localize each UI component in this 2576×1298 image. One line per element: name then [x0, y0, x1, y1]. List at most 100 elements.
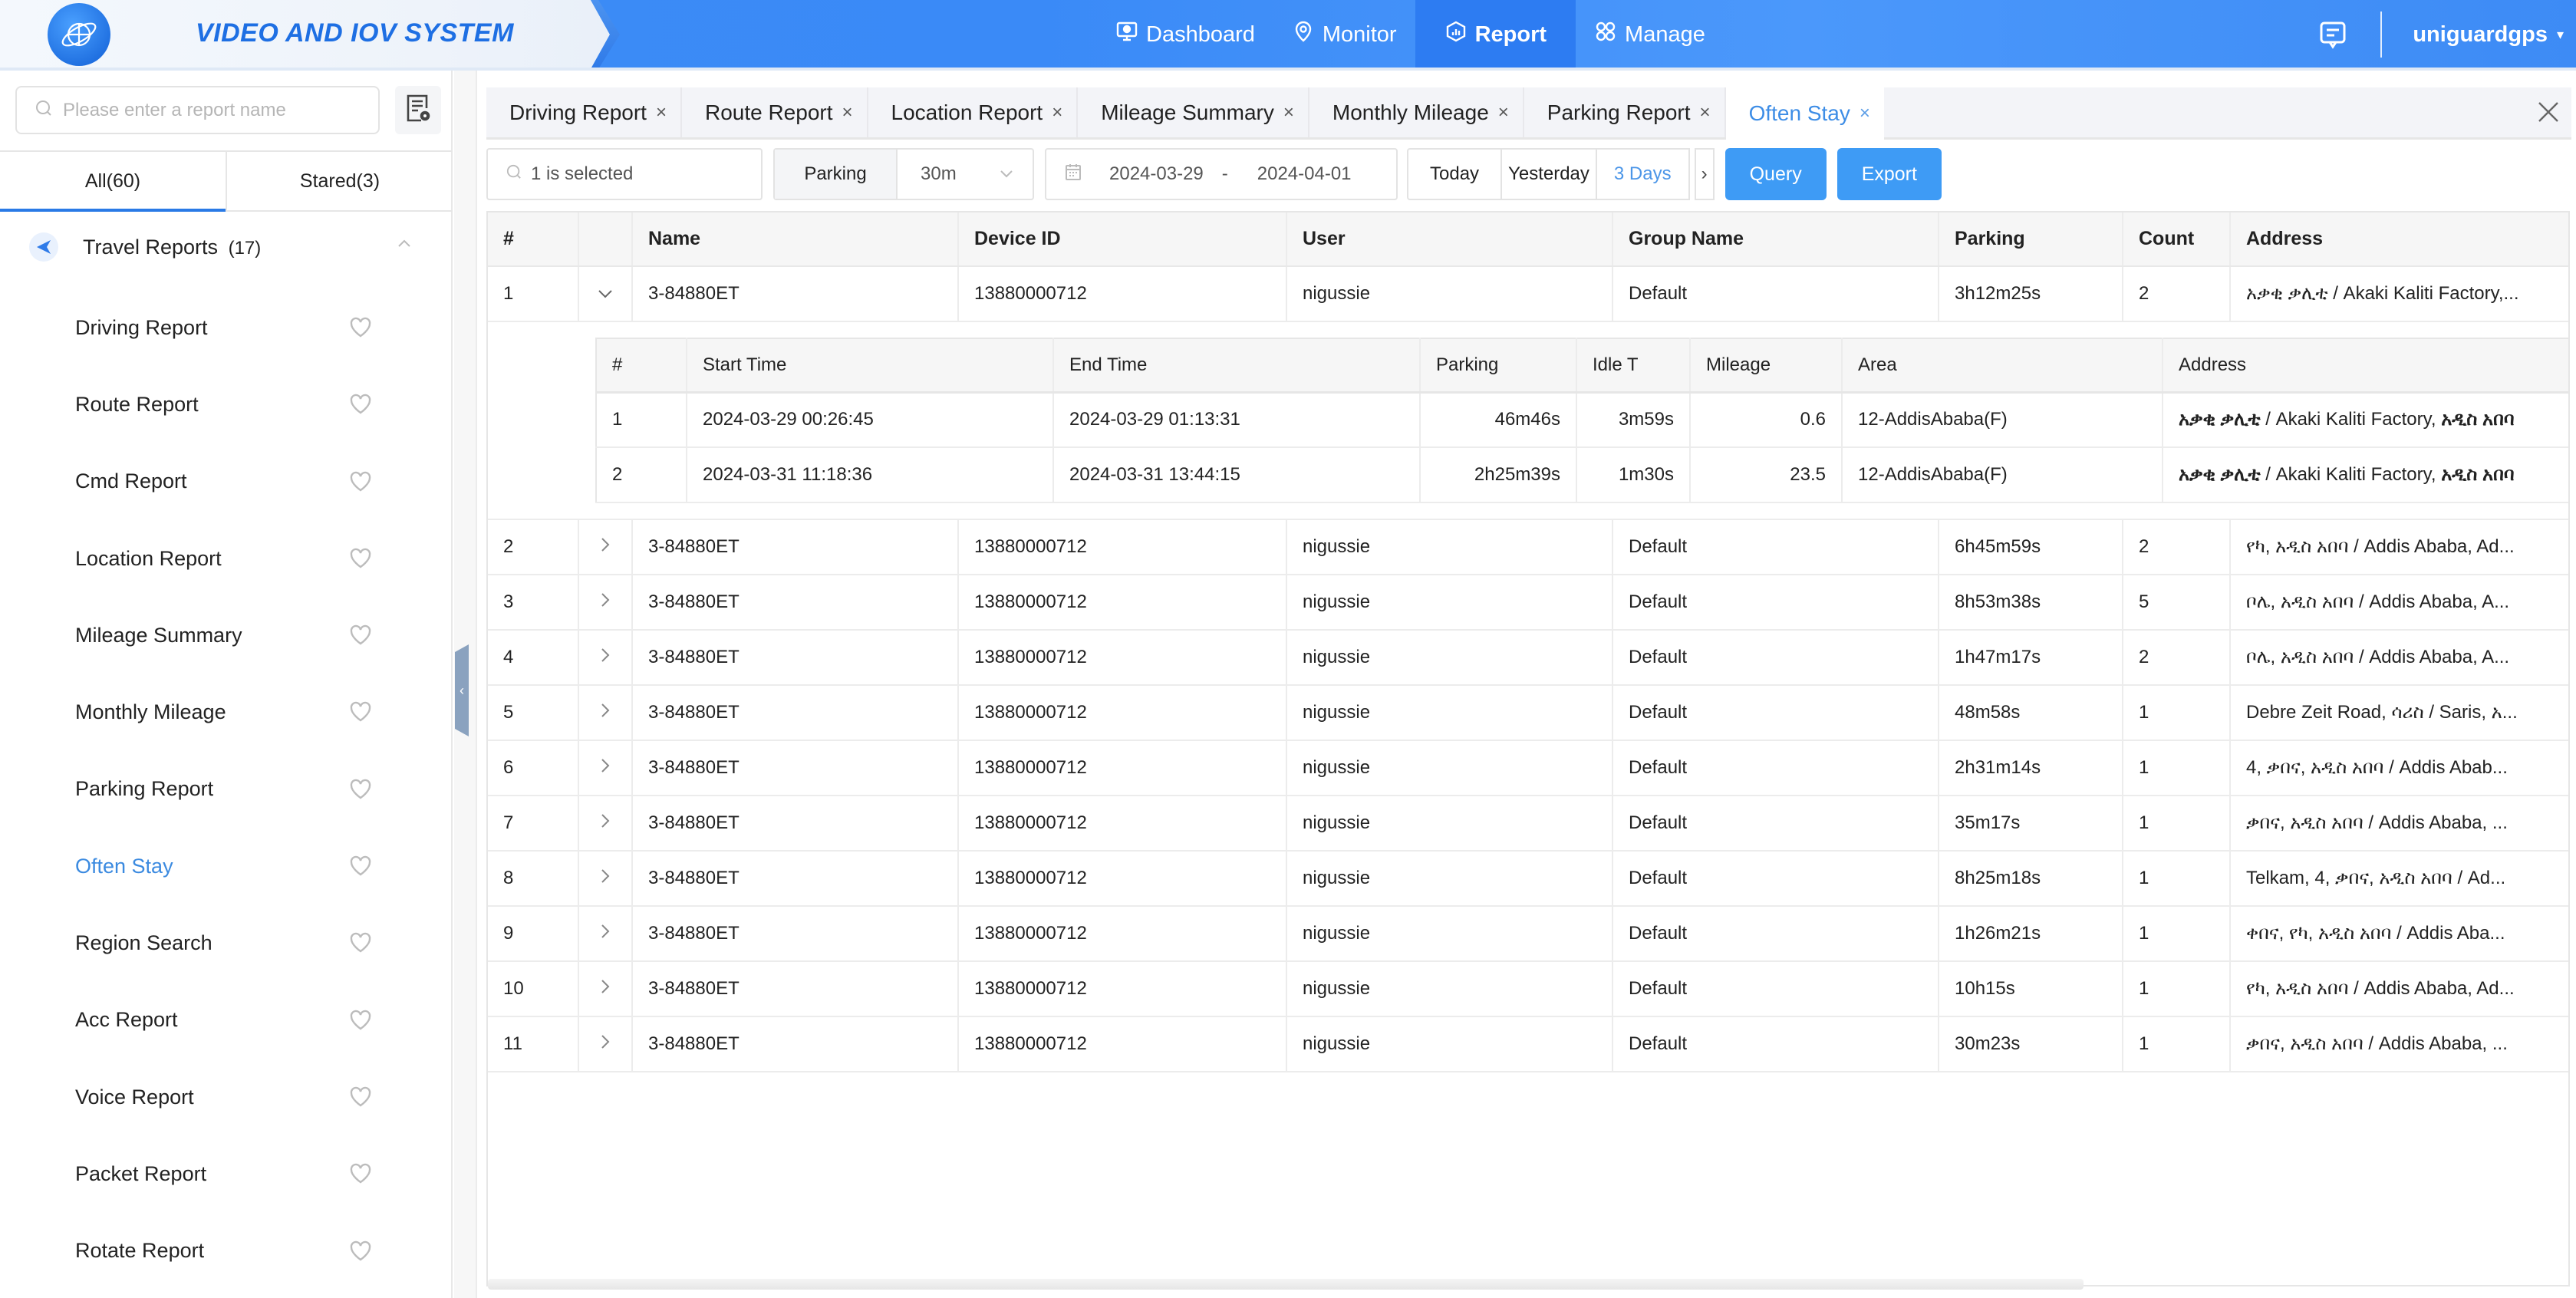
col-address[interactable]: Address [2230, 212, 2568, 267]
tab-route-report[interactable]: Route Report × [682, 87, 868, 137]
expand-toggle[interactable] [578, 519, 633, 575]
duration-select[interactable]: 30m [898, 163, 1033, 185]
heart-icon[interactable] [349, 1163, 372, 1184]
col-parking[interactable]: Parking [1939, 212, 2123, 267]
detail-col-idle: Idle T [1576, 338, 1691, 394]
table-row[interactable]: 5 3-84880ET 13880000712 nigussie Default… [488, 685, 2568, 741]
message-icon[interactable] [2317, 19, 2348, 50]
table-row[interactable]: 4 3-84880ET 13880000712 nigussie Default… [488, 630, 2568, 686]
sidebar-item-monthly-mileage[interactable]: Monthly Mileage [0, 674, 441, 750]
quick-3days-button[interactable]: 3 Days [1595, 148, 1690, 200]
report-view-button[interactable] [395, 86, 441, 134]
nav-dashboard[interactable]: Dashboard [1097, 0, 1273, 69]
heart-icon[interactable] [349, 1240, 372, 1262]
table-row[interactable]: 11 3-84880ET 13880000712 nigussie Defaul… [488, 1016, 2568, 1072]
table-row[interactable]: 2 3-84880ET 13880000712 nigussie Default… [488, 519, 2568, 575]
close-icon[interactable]: × [1498, 102, 1509, 124]
date-end[interactable]: 2024-04-01 [1257, 163, 1352, 185]
tab-mileage-summary[interactable]: Mileage Summary × [1078, 87, 1309, 137]
sidebar-tab-stared[interactable]: Stared(3) [226, 152, 453, 210]
tab-monthly-mileage[interactable]: Monthly Mileage × [1309, 87, 1524, 137]
sidebar-item-cmd-report[interactable]: Cmd Report [0, 443, 441, 520]
tab-location-report[interactable]: Location Report × [868, 87, 1079, 137]
tab-driving-report[interactable]: Driving Report × [486, 87, 682, 137]
close-icon[interactable]: × [842, 102, 853, 124]
quick-today-button[interactable]: Today [1407, 148, 1503, 200]
tab-parking-report[interactable]: Parking Report × [1524, 87, 1726, 137]
horizontal-scrollbar[interactable] [488, 1279, 2084, 1290]
sidebar-item-voice-report[interactable]: Voice Report [0, 1059, 441, 1135]
heart-icon[interactable] [349, 855, 372, 877]
chevron-up-icon[interactable] [395, 235, 413, 253]
table-row[interactable]: 3 3-84880ET 13880000712 nigussie Default… [488, 575, 2568, 631]
heart-icon[interactable] [349, 779, 372, 800]
expand-toggle[interactable] [578, 851, 633, 907]
device-select[interactable]: 1 is selected [486, 148, 763, 200]
expand-toggle[interactable] [578, 1016, 633, 1072]
close-icon[interactable]: × [1700, 102, 1711, 124]
col-user[interactable]: User [1286, 212, 1613, 267]
tab-often-stay[interactable]: Often Stay × [1725, 87, 1884, 140]
col-count[interactable]: Count [2123, 212, 2231, 267]
col-group-name[interactable]: Group Name [1612, 212, 1939, 267]
nav-manage[interactable]: Manage [1576, 0, 1724, 69]
group-travel-reports[interactable]: Travel Reports (17) [0, 224, 453, 270]
user-menu[interactable]: uniguardgps [2413, 22, 2548, 48]
expand-toggle[interactable] [578, 906, 633, 962]
heart-icon[interactable] [349, 1086, 372, 1108]
expand-toggle[interactable] [578, 685, 633, 741]
sidebar-item-driving-report[interactable]: Driving Report [0, 289, 441, 366]
close-all-tabs-button[interactable] [2533, 98, 2564, 129]
report-search-box[interactable] [15, 86, 380, 134]
quick-yesterday-button[interactable]: Yesterday [1500, 148, 1597, 200]
sidebar-item-route-report[interactable]: Route Report [0, 366, 441, 443]
nav-report[interactable]: Report [1415, 0, 1576, 69]
heart-icon[interactable] [349, 624, 372, 646]
col-name[interactable]: Name [632, 212, 959, 267]
query-button[interactable]: Query [1724, 148, 1827, 200]
report-search-input[interactable] [63, 99, 370, 121]
sidebar-item-often-stay[interactable]: Often Stay [0, 828, 441, 904]
expand-toggle[interactable] [578, 796, 633, 852]
table-row[interactable]: 10 3-84880ET 13880000712 nigussie Defaul… [488, 961, 2568, 1017]
sidebar-item-rotate-report[interactable]: Rotate Report [0, 1213, 441, 1290]
detail-row[interactable]: 1 2024-03-29 00:26:45 2024-03-29 01:13:31 4… [596, 392, 2568, 448]
close-icon[interactable]: × [1283, 102, 1294, 124]
expand-toggle[interactable] [578, 630, 633, 686]
heart-icon[interactable] [349, 548, 372, 569]
heart-icon[interactable] [349, 701, 372, 723]
table-row[interactable]: 8 3-84880ET 13880000712 nigussie Default… [488, 851, 2568, 907]
table-row[interactable]: 1 3-84880ET 13880000712 nigussie Default… [488, 266, 2568, 322]
close-icon[interactable]: × [1860, 103, 1870, 124]
date-range-picker[interactable]: 2024-03-29 - 2024-04-01 [1045, 148, 1398, 200]
sidebar-item-packet-report[interactable]: Packet Report [0, 1135, 441, 1212]
sidebar-item-mileage-summary[interactable]: Mileage Summary [0, 597, 441, 674]
table-row[interactable]: 7 3-84880ET 13880000712 nigussie Default… [488, 796, 2568, 852]
nav-monitor[interactable]: Monitor [1273, 0, 1415, 69]
table-row[interactable]: 9 3-84880ET 13880000712 nigussie Default… [488, 906, 2568, 962]
expand-toggle[interactable] [578, 575, 633, 631]
date-start[interactable]: 2024-03-29 [1109, 163, 1204, 185]
expand-toggle[interactable] [578, 740, 633, 796]
close-icon[interactable]: × [1052, 102, 1062, 124]
sidebar-item-region-search[interactable]: Region Search [0, 904, 441, 981]
sidebar-tab-all[interactable]: All(60) [0, 152, 226, 212]
detail-row[interactable]: 2 2024-03-31 11:18:36 2024-03-31 13:44:15 2… [596, 447, 2568, 503]
close-icon[interactable]: × [656, 102, 667, 124]
sidebar-item-parking-report[interactable]: Parking Report [0, 751, 441, 828]
heart-icon[interactable] [349, 932, 372, 954]
sidebar-collapse-handle[interactable]: ‹ [455, 644, 469, 736]
table-row[interactable]: 6 3-84880ET 13880000712 nigussie Default… [488, 740, 2568, 796]
caret-down-icon[interactable]: ▾ [2557, 27, 2564, 43]
expand-toggle[interactable] [578, 961, 633, 1017]
heart-icon[interactable] [349, 471, 372, 493]
sidebar-item-acc-report[interactable]: Acc Report [0, 982, 441, 1059]
heart-icon[interactable] [349, 317, 372, 338]
chevron-right-icon[interactable]: › [1694, 148, 1715, 200]
expand-toggle[interactable] [578, 266, 633, 322]
heart-icon[interactable] [349, 394, 372, 415]
col-device-id[interactable]: Device ID [958, 212, 1287, 267]
export-button[interactable]: Export [1836, 148, 1942, 200]
heart-icon[interactable] [349, 1010, 372, 1031]
sidebar-item-location-report[interactable]: Location Report [0, 520, 441, 597]
